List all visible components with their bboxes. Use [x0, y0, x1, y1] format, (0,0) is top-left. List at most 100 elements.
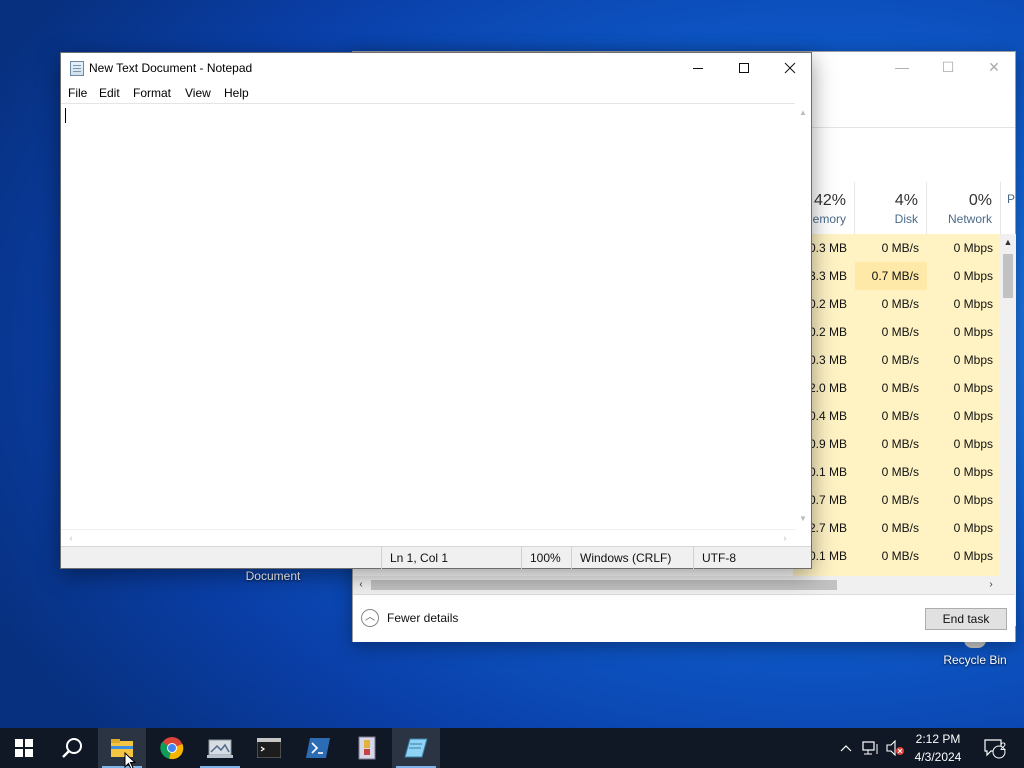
end-task-button[interactable]: End task — [925, 608, 1007, 630]
notepad-horizontal-scrollbar[interactable]: ‹ › — [61, 529, 795, 546]
start-button[interactable] — [0, 728, 48, 768]
minimize-button[interactable] — [675, 53, 721, 83]
show-hidden-icons-button[interactable] — [838, 728, 854, 768]
tm-col-network-label: Network — [947, 212, 992, 226]
network-button[interactable] — [860, 728, 882, 768]
tm-minimize-button[interactable]: — — [879, 54, 925, 80]
close-button[interactable] — [767, 53, 813, 83]
table-cell-network: 0 Mbps — [927, 402, 1001, 430]
volume-button[interactable] — [884, 728, 906, 768]
menu-format[interactable]: Format — [133, 86, 171, 100]
tm-vertical-scrollbar[interactable]: ▲ ▼ — [1000, 234, 1016, 626]
table-cell-network: 0 Mbps — [927, 458, 1001, 486]
status-zoom: 100% — [521, 547, 571, 569]
tm-col-power-label: P — [1006, 192, 1015, 206]
tm-maximize-button[interactable]: ☐ — [925, 54, 971, 80]
archive-icon — [358, 736, 376, 760]
taskbar-archive-app[interactable] — [343, 728, 391, 768]
network-icon — [862, 741, 878, 755]
table-cell-disk: 0 MB/s — [855, 318, 927, 346]
action-center-button[interactable]: 2 — [978, 728, 1010, 768]
clock-date[interactable]: 4/3/2024 — [908, 750, 968, 764]
tm-footer: ︿ Fewer details End task — [353, 594, 1015, 642]
table-cell-disk: 0 MB/s — [855, 290, 927, 318]
tm-scroll-left-icon[interactable]: ‹ — [353, 576, 369, 594]
chevron-up-icon — [840, 745, 852, 752]
table-cell-network: 0 Mbps — [927, 234, 1001, 262]
text-editor-area[interactable] — [61, 103, 811, 529]
tm-col-network-percent: 0% — [968, 192, 992, 209]
table-cell-disk: 0 MB/s — [855, 458, 927, 486]
mouse-cursor-icon — [124, 752, 136, 768]
chrome-icon — [160, 737, 184, 760]
menu-edit[interactable]: Edit — [99, 86, 120, 100]
image-viewer-icon — [207, 739, 233, 758]
scroll-down-icon[interactable]: ▼ — [795, 511, 811, 527]
notepad-icon — [70, 61, 84, 76]
table-cell-network: 0 Mbps — [927, 318, 1001, 346]
notification-count: 2 — [999, 741, 1007, 753]
table-cell-disk: 0 MB/s — [855, 402, 927, 430]
fewer-details-link[interactable]: Fewer details — [387, 611, 458, 625]
table-cell-disk: 0 MB/s — [855, 542, 927, 570]
tm-scroll-right-icon[interactable]: › — [983, 576, 999, 594]
tm-col-disk[interactable]: 4% Disk — [855, 182, 927, 234]
taskbar-file-explorer[interactable] — [98, 728, 146, 768]
menu-help[interactable]: Help — [224, 86, 249, 100]
taskbar-command-prompt[interactable] — [245, 728, 293, 768]
table-cell-disk: 0 MB/s — [855, 346, 927, 374]
taskbar: 2:12 PM 4/3/2024 2 — [0, 728, 1024, 768]
maximize-icon — [739, 63, 749, 73]
status-cursor-position: Ln 1, Col 1 — [381, 547, 521, 569]
menu-view[interactable]: View — [185, 86, 211, 100]
search-icon — [62, 738, 82, 758]
desktop-icon-recycle-bin-label[interactable]: Recycle Bin — [930, 653, 1020, 667]
taskbar-app-image-viewer[interactable] — [196, 728, 244, 768]
scroll-right-icon[interactable]: › — [777, 530, 793, 547]
tm-horizontal-scrollbar[interactable]: ‹ › — [353, 576, 1000, 594]
menu-file[interactable]: File — [68, 86, 87, 100]
table-cell-network: 0 Mbps — [927, 346, 1001, 374]
tm-hscroll-thumb[interactable] — [371, 580, 837, 590]
taskbar-notepad[interactable] — [392, 728, 440, 768]
table-cell-disk: 0.7 MB/s — [855, 262, 927, 290]
notepad-icon — [404, 738, 428, 758]
table-cell-network: 0 Mbps — [927, 430, 1001, 458]
tm-col-disk-percent: 4% — [894, 192, 918, 209]
table-cell-network: 0 Mbps — [927, 486, 1001, 514]
notepad-window: New Text Document - Notepad File Edit Fo… — [60, 52, 812, 569]
search-button[interactable] — [48, 728, 96, 768]
taskbar-powershell[interactable] — [294, 728, 342, 768]
chevron-up-icon[interactable]: ︿ — [361, 609, 379, 627]
volume-muted-icon — [886, 740, 904, 756]
scroll-up-icon[interactable]: ▲ — [795, 105, 811, 121]
notepad-vertical-scrollbar[interactable]: ▲ ▼ — [795, 103, 811, 529]
desktop-icon-document-label[interactable]: Document — [228, 569, 318, 583]
table-cell-network: 0 Mbps — [927, 514, 1001, 542]
table-cell-disk: 0 MB/s — [855, 430, 927, 458]
tm-close-button[interactable]: ✕ — [971, 54, 1017, 80]
command-prompt-icon — [257, 738, 281, 758]
status-line-ending: Windows (CRLF) — [571, 547, 693, 569]
tm-vscroll-thumb[interactable] — [1003, 254, 1013, 298]
tm-col-power[interactable]: P — [1001, 182, 1017, 234]
maximize-button[interactable] — [721, 53, 767, 83]
status-bar: Ln 1, Col 1 100% Windows (CRLF) UTF-8 — [61, 546, 811, 569]
tm-col-disk-label: Disk — [894, 212, 918, 226]
table-cell-disk: 0 MB/s — [855, 374, 927, 402]
table-cell-network: 0 Mbps — [927, 374, 1001, 402]
close-icon — [784, 62, 796, 74]
windows-logo-icon — [15, 739, 33, 757]
clock-time[interactable]: 2:12 PM — [908, 732, 968, 746]
menu-bar: File Edit Format View Help — [61, 83, 811, 103]
notepad-titlebar[interactable]: New Text Document - Notepad — [61, 53, 811, 83]
table-cell-network: 0 Mbps — [927, 262, 1001, 290]
desktop: Document Recycle Bin — ☐ ✕ 42% emory 4% … — [0, 0, 1024, 728]
table-cell-network: 0 Mbps — [927, 542, 1001, 570]
tm-scroll-up-icon[interactable]: ▲ — [1000, 234, 1016, 250]
tm-col-network[interactable]: 0% Network — [927, 182, 1001, 234]
window-title: New Text Document - Notepad — [89, 61, 253, 75]
taskbar-chrome[interactable] — [148, 728, 196, 768]
table-cell-disk: 0 MB/s — [855, 234, 927, 262]
scroll-left-icon[interactable]: ‹ — [63, 530, 79, 547]
